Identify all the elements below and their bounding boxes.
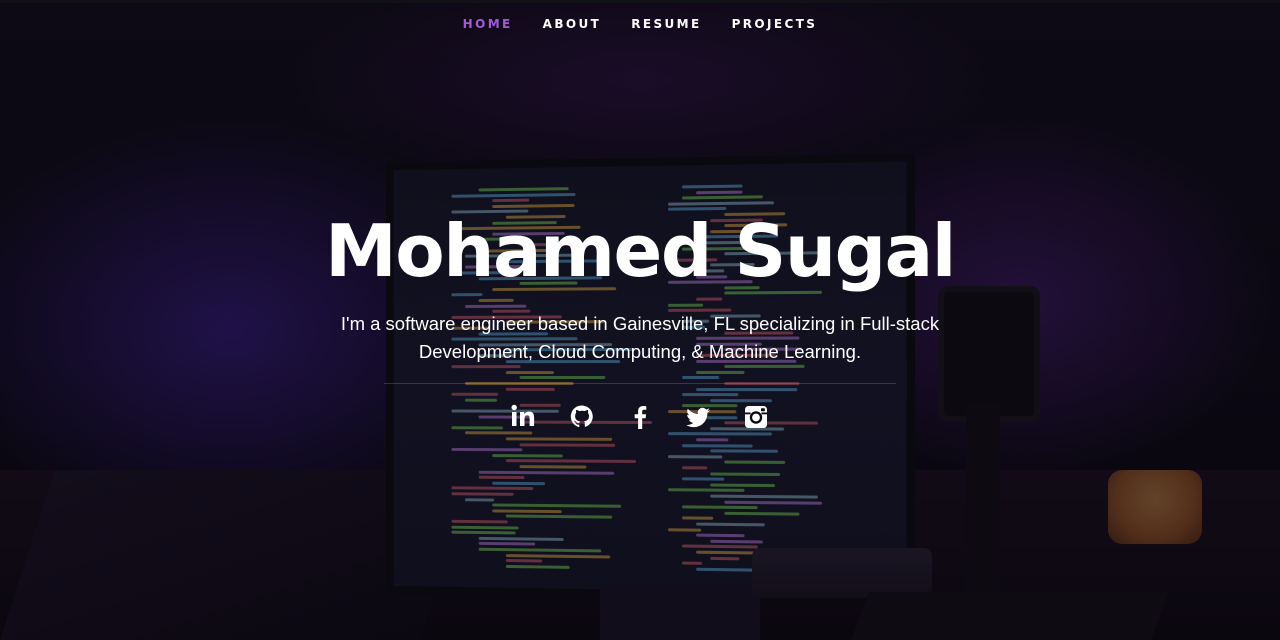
twitter-icon[interactable] [683, 400, 713, 434]
instagram-icon[interactable] [741, 400, 771, 434]
nav-resume[interactable]: RESUME [616, 17, 716, 31]
social-links [0, 400, 1280, 434]
github-icon[interactable] [567, 400, 597, 434]
linkedin-icon[interactable] [509, 400, 539, 434]
main-nav: HOME ABOUT RESUME PROJECTS [0, 17, 1280, 31]
facebook-icon[interactable] [625, 400, 655, 434]
hero-description: I'm a software engineer based in Gainesv… [340, 313, 940, 362]
divider [384, 383, 896, 384]
nav-home[interactable]: HOME [448, 17, 528, 31]
page-title: Mohamed Sugal [325, 209, 956, 293]
nav-about[interactable]: ABOUT [528, 17, 617, 31]
hero-section: HOME ABOUT RESUME PROJECTS Mohamed Sugal… [0, 0, 1280, 640]
nav-projects[interactable]: PROJECTS [717, 17, 833, 31]
